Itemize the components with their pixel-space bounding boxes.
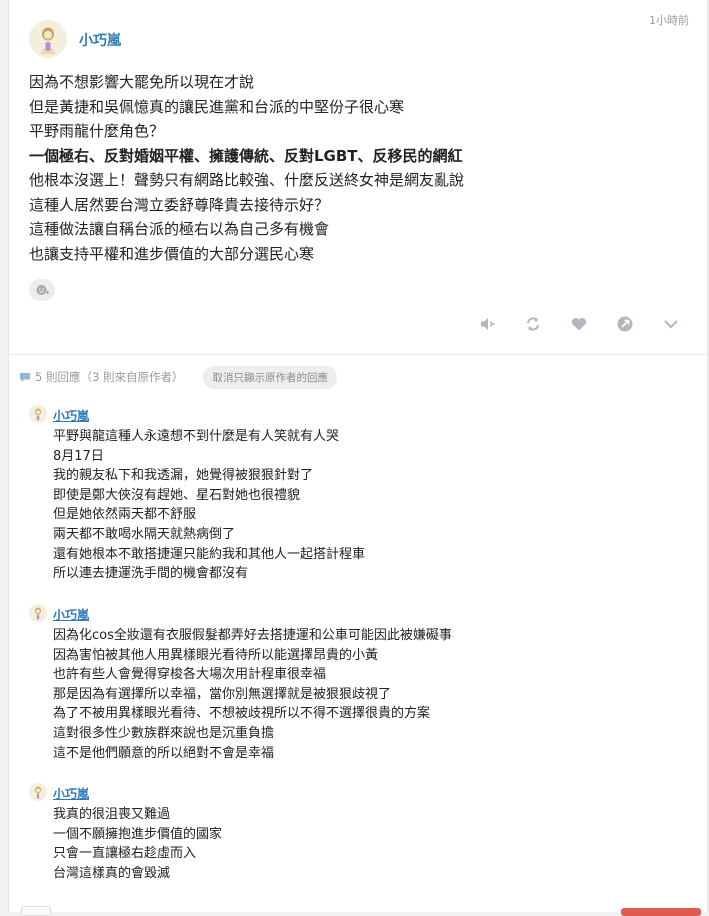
reply-text-line: 因為害怕被其他人用異樣眼光看待所以能選擇昂貴的小黃 — [53, 647, 379, 663]
reply-avatar[interactable] — [29, 604, 47, 622]
reply-body: 因為化cos全妝還有衣服假髮都弄好去搭捷運和公車可能因此被嫌礙事 因為害怕被其他人… — [53, 626, 689, 763]
reply-text-line: 這不是他們願意的所以絕對不會是幸福 — [53, 745, 275, 761]
reply-text-line: 一個不願擁抱進步價值的國家 — [53, 826, 223, 842]
reply-text-line: 我的親友私下和我透漏，她覺得被狠狠針對了 — [53, 468, 314, 484]
section-divider — [9, 354, 707, 355]
post-text-line: 這種人居然要台灣立委舒尊降貴去接待示好？ — [29, 195, 330, 214]
share-icon[interactable] — [615, 314, 635, 334]
reply-text-line: 因為化cos全妝還有衣服假髮都弄好去搭捷運和公車可能因此被嫌礙事 — [53, 628, 452, 643]
reply-text-line: 所以連去捷運洗手間的機會都沒有 — [53, 566, 249, 582]
post-text-line: 這種做法讓自稱台派的極右以為自己多有機會 — [29, 220, 330, 238]
comment-icon — [20, 372, 30, 382]
repost-icon[interactable] — [523, 314, 543, 334]
emoji-icon — [36, 285, 49, 295]
reply-item: 小巧嵐平野與龍這種人永遠想不到什麼是有人笑就有人哭 8月17日我的親友私下和我透漏… — [29, 405, 689, 584]
submit-reply-button[interactable] — [621, 908, 701, 916]
reply-item: 小巧嵐我真的很沮喪又難過一個不願擁抱進步價值的國家 只會一直讓極右趁虛而入 台灣這樣… — [29, 783, 689, 883]
reply-text-line: 但是她依然兩天都不舒服 — [53, 507, 197, 523]
post-timestamp: 1小時前 — [649, 14, 689, 27]
post-actions — [477, 314, 681, 334]
reply-text-line: 那是因為有選擇所以幸福，當你別無選擇就是被狠狠歧視了 — [53, 686, 392, 702]
post-text-line: 平野雨龍什麼角色？ — [29, 122, 165, 140]
replies-bar: 5 則回應（3 則來自原作者） 取消只顯示原作者的回應 — [19, 365, 337, 389]
reply-avatar[interactable] — [29, 783, 47, 801]
post-body: 因為不想影響大罷免所以現在才說但是黃捷和吳佩憶真的讓民進黨和台派的中堅份子很心寒… — [29, 70, 689, 266]
post-header: 小巧嵐 1小時前 — [29, 14, 689, 58]
author-only-filter-chip[interactable]: 取消只顯示原作者的回應 — [203, 365, 337, 389]
reply-author[interactable]: 小巧嵐 — [53, 606, 89, 623]
reply-body: 平野與龍這種人永遠想不到什麼是有人笑就有人哭 8月17日我的親友私下和我透漏，她覺… — [53, 427, 689, 584]
speaker-icon[interactable] — [477, 314, 497, 334]
reply-text-line: 兩天都不敢喝水隔天就熱病倒了 — [53, 526, 236, 542]
reply-text-line: 平野與龍這種人永遠想不到什麼是有人笑就有人哭 — [53, 429, 340, 444]
post-text-line: 也讓支持平權和進步價值的大部分選民心寒 — [29, 244, 315, 263]
add-reaction-button[interactable] — [29, 279, 55, 301]
reply-text-line: 還有她根本不敢搭捷運只能約我和其他人一起搭計程車 — [53, 546, 366, 562]
reply-item: 小巧嵐因為化cos全妝還有衣服假髮都弄好去搭捷運和公車可能因此被嫌礙事 因為害怕被… — [29, 604, 689, 763]
reply-input[interactable] — [21, 906, 51, 916]
post-text-line: 但是黃捷和吳佩憶真的讓民進黨和台派的中堅份子很心寒 — [29, 97, 405, 116]
reply-count: 5 則回應（3 則來自原作者） — [19, 369, 183, 385]
reply-text-line: 即使是鄭大俠沒有趕她、星石對她也很禮貌 — [53, 487, 301, 503]
heart-icon[interactable] — [569, 314, 589, 334]
reply-text-line: 我真的很沮喪又難過 — [53, 807, 171, 822]
reply-author[interactable]: 小巧嵐 — [53, 407, 89, 424]
reply-text-line: 台灣這樣真的會毀滅 — [53, 865, 171, 881]
chevron-down-icon[interactable] — [661, 314, 681, 334]
post-card: 小巧嵐 1小時前 因為不想影響大罷免所以現在才說但是黃捷和吳佩憶真的讓民進黨和台… — [8, 0, 708, 916]
reply-count-text: 5 則回應（3 則來自原作者） — [35, 370, 184, 384]
reply-header: 小巧嵐 — [29, 405, 689, 425]
reply-header: 小巧嵐 — [29, 783, 689, 803]
reply-header: 小巧嵐 — [29, 604, 689, 624]
author-avatar[interactable] — [29, 20, 67, 58]
reply-text-line: 只會一直讓極右趁虛而入 — [53, 846, 197, 862]
post-author[interactable]: 小巧嵐 — [79, 30, 121, 50]
post-text-line: 他根本沒選上！聲勢只有網路比較強、什麼反送終女神是網友亂說 — [29, 171, 465, 189]
reply-avatar[interactable] — [29, 405, 47, 423]
reply-text-line: 為了不被用異樣眼光看待、不想被歧視所以不得不選擇很貴的方案 — [53, 706, 431, 722]
post-text-line: 因為不想影響大罷免所以現在才說 — [29, 73, 255, 91]
post-text-line: 一個極右、反對婚姻平權、擁護傳統、反對LGBT、反移民的網紅 — [29, 146, 463, 165]
reply-text-line: 8月17日 — [53, 448, 104, 464]
reply-text-line: 也許有些人會覺得穿梭各大場次用計程車很幸福 — [53, 667, 327, 683]
reply-text-line: 這對很多性少數族群來說也是沉重負擔 — [53, 725, 275, 741]
reply-body: 我真的很沮喪又難過一個不願擁抱進步價值的國家 只會一直讓極右趁虛而入 台灣這樣真的會… — [53, 805, 689, 883]
reply-author[interactable]: 小巧嵐 — [53, 785, 89, 802]
